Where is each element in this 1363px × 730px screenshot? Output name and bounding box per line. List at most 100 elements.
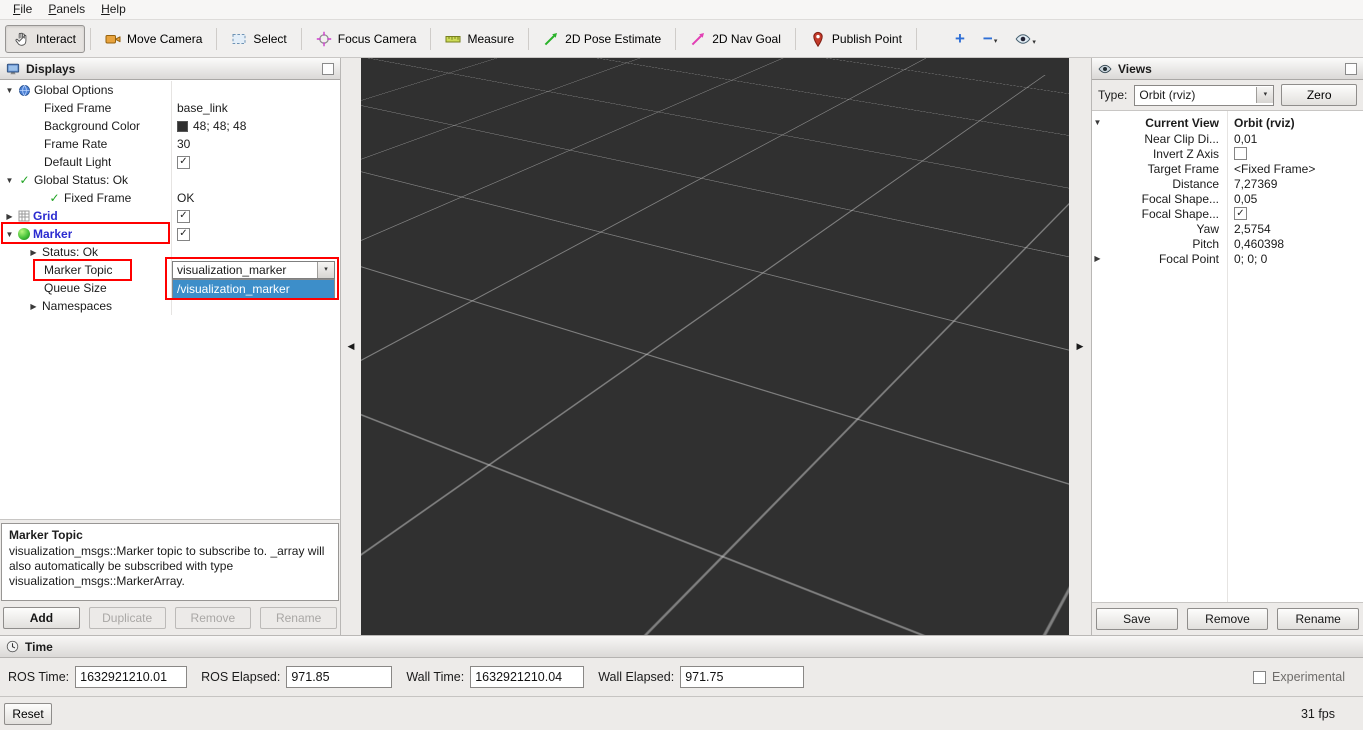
near-clip-value[interactable]: 0,01 xyxy=(1227,132,1363,146)
combo-dropdown-button[interactable]: ▾ xyxy=(1256,87,1273,103)
tree-row-default-light[interactable]: Default Light ✓ xyxy=(0,153,340,171)
displays-tree[interactable]: ▼Global Options Fixed Frame base_link Ba… xyxy=(0,80,340,520)
panel-float-button[interactable] xyxy=(1345,63,1357,75)
focal-point-value[interactable]: 0; 0; 0 xyxy=(1227,252,1363,266)
tool-visibility-button[interactable]: ▾ xyxy=(1012,29,1039,49)
menu-file[interactable]: File xyxy=(5,0,40,19)
measure-tool-button[interactable]: Measure xyxy=(436,25,523,53)
pose-estimate-tool-button[interactable]: 2D Pose Estimate xyxy=(534,25,670,53)
view-prop-row[interactable]: Focal Shape... 0,05 xyxy=(1092,191,1363,206)
displays-panel-header[interactable]: Displays xyxy=(0,58,340,80)
row-label: Focal Shape... xyxy=(1142,207,1219,221)
tree-row-marker[interactable]: ▼Marker ✓ xyxy=(0,225,340,243)
row-value xyxy=(172,297,340,315)
tree-row-global-options[interactable]: ▼Global Options xyxy=(0,81,340,99)
marker-topic-combo[interactable]: visualization_marker ▾ xyxy=(172,261,335,279)
zero-button[interactable]: Zero xyxy=(1281,84,1357,106)
tree-row-marker-topic[interactable]: Marker Topic visualization_marker ▾ xyxy=(0,261,340,279)
expander-icon[interactable]: ▶ xyxy=(1092,254,1103,263)
panel-float-button[interactable] xyxy=(322,63,334,75)
invert-z-checkbox[interactable] xyxy=(1234,147,1247,160)
background-color-value[interactable]: 48; 48; 48 xyxy=(172,117,340,135)
expander-icon[interactable]: ▶ xyxy=(28,302,39,311)
row-label: Invert Z Axis xyxy=(1153,147,1219,161)
collapse-left-icon[interactable]: ◀ xyxy=(348,341,355,352)
status-ok-icon: ✓ xyxy=(48,191,61,205)
menu-panels[interactable]: Panels xyxy=(40,0,93,19)
tree-row-marker-status[interactable]: ▶Status: Ok xyxy=(0,243,340,261)
frame-rate-value[interactable]: 30 xyxy=(172,135,340,153)
expander-icon[interactable]: ▼ xyxy=(1092,118,1103,127)
remove-display-button[interactable]: Remove xyxy=(175,607,252,629)
view-prop-row[interactable]: Target Frame <Fixed Frame> xyxy=(1092,161,1363,176)
default-light-checkbox[interactable]: ✓ xyxy=(177,156,190,169)
view-prop-row[interactable]: Distance 7,27369 xyxy=(1092,176,1363,191)
interact-tool-button[interactable]: Interact xyxy=(5,25,85,53)
expander-icon[interactable]: ▼ xyxy=(4,86,15,95)
save-view-button[interactable]: Save xyxy=(1096,608,1178,630)
tree-row-global-status[interactable]: ▼✓Global Status: Ok xyxy=(0,171,340,189)
focal-shape-size-value[interactable]: 0,05 xyxy=(1227,192,1363,206)
focus-camera-tool-button[interactable]: Focus Camera xyxy=(307,25,426,53)
combo-dropdown-button[interactable]: ▾ xyxy=(317,262,334,278)
experimental-checkbox[interactable] xyxy=(1253,671,1266,684)
move-camera-tool-button[interactable]: Move Camera xyxy=(96,25,211,53)
target-frame-value[interactable]: <Fixed Frame> xyxy=(1227,162,1363,176)
focal-shape-checkbox[interactable]: ✓ xyxy=(1234,207,1247,220)
expander-icon[interactable]: ▶ xyxy=(28,248,39,257)
add-display-button[interactable]: Add xyxy=(3,607,80,629)
tree-row-status-fixed-frame[interactable]: ✓Fixed Frame OK xyxy=(0,189,340,207)
marker-topic-dropdown-list[interactable]: /visualization_marker xyxy=(172,279,335,299)
duplicate-display-button[interactable]: Duplicate xyxy=(89,607,166,629)
panel-title: Time xyxy=(25,640,53,654)
wall-elapsed-input[interactable] xyxy=(680,666,804,688)
expander-icon[interactable]: ▼ xyxy=(4,230,15,239)
wall-time-input[interactable] xyxy=(470,666,584,688)
ros-elapsed-input[interactable] xyxy=(286,666,392,688)
nav-goal-tool-button[interactable]: 2D Nav Goal xyxy=(681,25,790,53)
tree-row-frame-rate[interactable]: Frame Rate 30 xyxy=(0,135,340,153)
view-prop-row[interactable]: Pitch 0,460398 xyxy=(1092,236,1363,251)
view-prop-row[interactable]: Near Clip Di... 0,01 xyxy=(1092,131,1363,146)
grid-enabled-checkbox[interactable]: ✓ xyxy=(177,210,190,223)
marker-enabled-checkbox[interactable]: ✓ xyxy=(177,228,190,241)
row-label: Namespaces xyxy=(42,299,112,313)
dropdown-option-selected[interactable]: /visualization_marker xyxy=(173,280,334,298)
fixed-frame-value[interactable]: base_link xyxy=(172,99,340,117)
tree-row-namespaces[interactable]: ▶Namespaces xyxy=(0,297,340,315)
reset-button[interactable]: Reset xyxy=(4,703,52,725)
menu-help[interactable]: Help xyxy=(93,0,134,19)
experimental-toggle[interactable]: Experimental xyxy=(1253,670,1345,684)
remove-view-button[interactable]: Remove xyxy=(1187,608,1269,630)
yaw-value[interactable]: 2,5754 xyxy=(1227,222,1363,236)
ros-time-input[interactable] xyxy=(75,666,187,688)
time-panel-header[interactable]: Time xyxy=(0,636,1363,658)
rename-view-button[interactable]: Rename xyxy=(1277,608,1359,630)
select-tool-button[interactable]: Select xyxy=(222,25,295,53)
combo-value: Orbit (rviz) xyxy=(1135,88,1256,102)
publish-point-tool-button[interactable]: Publish Point xyxy=(801,25,911,53)
tree-row-background-color[interactable]: Background Color 48; 48; 48 xyxy=(0,117,340,135)
expander-icon[interactable]: ▼ xyxy=(4,176,15,185)
expander-icon[interactable]: ▶ xyxy=(4,212,15,221)
remove-tool-button[interactable]: −▾ xyxy=(980,29,1000,48)
views-panel: Views Type: Orbit (rviz) ▾ Zero ▼Current… xyxy=(1091,58,1363,635)
panel-splitter-left[interactable]: ◀ xyxy=(341,58,361,635)
tree-row-fixed-frame[interactable]: Fixed Frame base_link xyxy=(0,99,340,117)
view-prop-row[interactable]: Yaw 2,5754 xyxy=(1092,221,1363,236)
panel-splitter-right[interactable]: ▶ xyxy=(1069,58,1091,635)
collapse-right-icon[interactable]: ▶ xyxy=(1077,341,1084,352)
pitch-value[interactable]: 0,460398 xyxy=(1227,237,1363,251)
add-tool-button[interactable]: + xyxy=(952,29,968,48)
3d-viewport[interactable] xyxy=(361,58,1069,635)
views-panel-header[interactable]: Views xyxy=(1092,58,1363,80)
view-prop-row-focal-point[interactable]: ▶Focal Point 0; 0; 0 xyxy=(1092,251,1363,266)
distance-value[interactable]: 7,27369 xyxy=(1227,177,1363,191)
current-view-row[interactable]: ▼Current View Orbit (rviz) xyxy=(1092,114,1363,131)
tree-row-grid[interactable]: ▶Grid ✓ xyxy=(0,207,340,225)
view-type-combo[interactable]: Orbit (rviz) ▾ xyxy=(1134,85,1274,106)
rename-display-button[interactable]: Rename xyxy=(260,607,337,629)
views-tree[interactable]: ▼Current View Orbit (rviz) Near Clip Di.… xyxy=(1092,110,1363,603)
view-prop-row[interactable]: Focal Shape... ✓ xyxy=(1092,206,1363,221)
view-prop-row[interactable]: Invert Z Axis xyxy=(1092,146,1363,161)
